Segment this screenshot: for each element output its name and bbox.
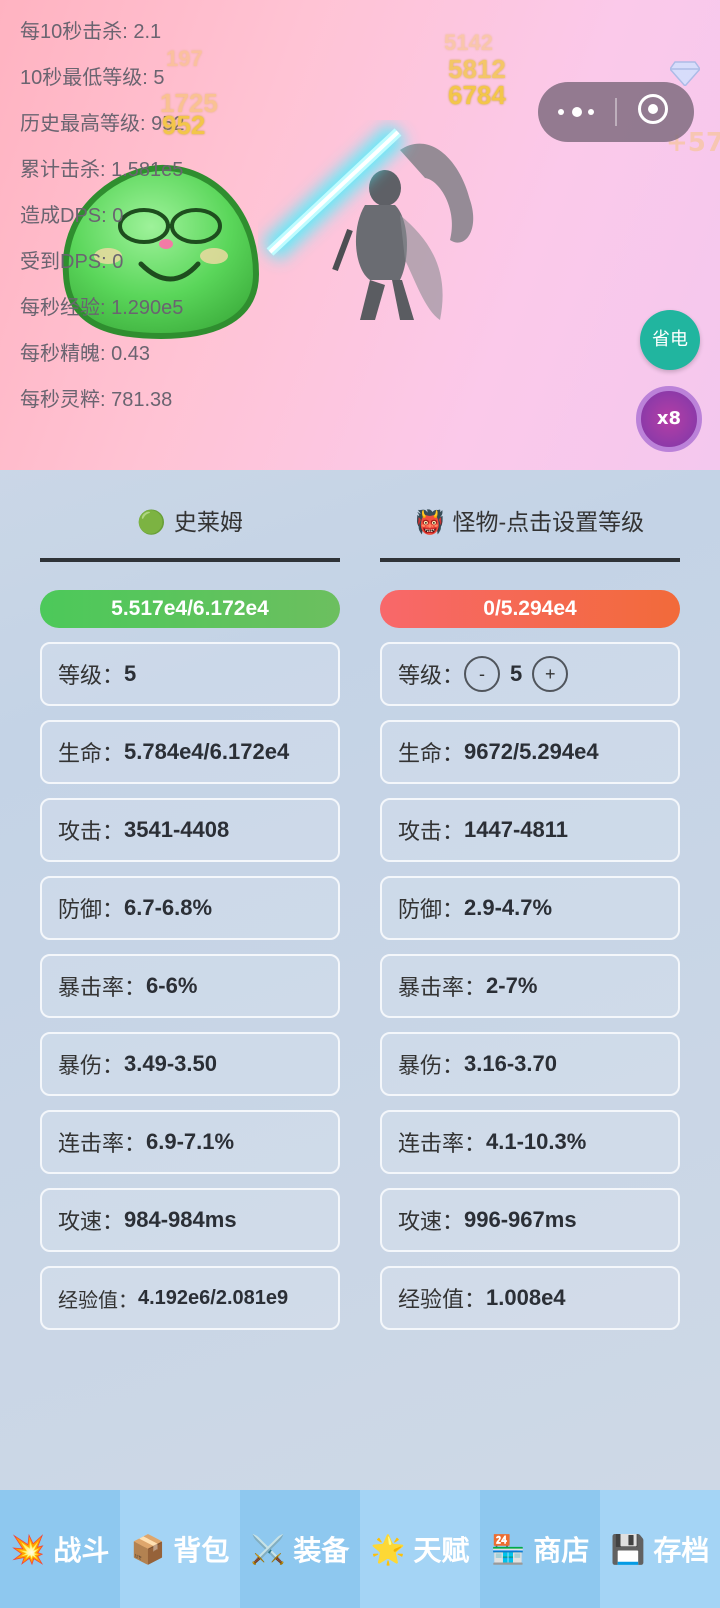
- power-save-button[interactable]: 省电: [640, 310, 700, 370]
- monster-stat-hp: 生命： 9672/5.294e4: [380, 720, 680, 784]
- floppy-disk-icon: 💾: [610, 1532, 646, 1566]
- bottom-nav: 💥 战斗 📦 背包 ⚔️ 装备 🌟 天赋 🏪 商店 💾 存档: [0, 1490, 720, 1608]
- level-increase-button[interactable]: +: [532, 656, 569, 692]
- monster-level-value: 5: [510, 661, 523, 686]
- damage-number-faint: 5142: [444, 30, 493, 55]
- monster-stat-crit-damage: 暴伤： 3.16-3.70: [380, 1032, 680, 1096]
- ogre-icon: 👹: [415, 510, 445, 536]
- more-dots-icon: [558, 107, 596, 117]
- player-stat-level: 等级： 5: [40, 642, 340, 706]
- damage-number: 6784: [448, 80, 506, 110]
- monster-name: 怪物-点击设置等级: [452, 509, 645, 535]
- nav-equipment[interactable]: ⚔️ 装备: [240, 1490, 360, 1608]
- stat-dps-dealt: 造成DPS: 0: [20, 205, 124, 227]
- nav-talent[interactable]: 🌟 天赋: [360, 1490, 480, 1608]
- monster-stat-crit-rate: 暴击率： 2-7%: [380, 954, 680, 1018]
- glowing-sword-effect: [261, 122, 407, 262]
- package-icon: 📦: [130, 1532, 166, 1566]
- player-stat-crit-damage: 暴伤： 3.49-3.50: [40, 1032, 340, 1096]
- nav-battle[interactable]: 💥 战斗: [0, 1490, 120, 1608]
- stat-total-kills: 累计击杀: 1.581e5: [20, 159, 184, 181]
- stat-essence-per-sec: 每秒灵粹: 781.38: [20, 389, 173, 411]
- monster-stat-combo-rate: 连击率： 4.1-10.3%: [380, 1110, 680, 1174]
- stat-exp-per-sec: 每秒经验: 1.290e5: [20, 297, 184, 319]
- close-mini-program-button[interactable]: [618, 82, 694, 142]
- green-circle-icon: 🟢: [137, 510, 166, 536]
- mini-program-capsule: [538, 82, 694, 142]
- stat-soul-per-sec: 每秒精魄: 0.43: [20, 343, 151, 365]
- monster-panel: 👹 怪物-点击设置等级 0/5.294e4 等级： - 5 + 生命： 9672/5…: [380, 478, 680, 1330]
- monster-stat-attack: 攻击： 1447-4811: [380, 798, 680, 862]
- monster-stat-level: 等级： - 5 +: [380, 642, 680, 706]
- star-icon: 🌟: [370, 1532, 406, 1566]
- monster-hp-bar: 0/5.294e4: [380, 590, 680, 628]
- stat-kills-per-10s: 每10秒击杀: 2.1: [20, 21, 162, 43]
- speed-multiplier-button[interactable]: x8: [636, 386, 702, 452]
- crossed-swords-icon: ⚔️: [250, 1532, 286, 1566]
- player-stat-combo-rate: 连击率： 6.9-7.1%: [40, 1110, 340, 1174]
- player-stat-attack-speed: 攻速： 984-984ms: [40, 1188, 340, 1252]
- player-name: 史莱姆: [173, 509, 243, 535]
- target-circle-icon: [638, 94, 668, 124]
- more-menu-button[interactable]: [538, 82, 614, 142]
- player-stat-hp: 生命： 5.784e4/6.172e4: [40, 720, 340, 784]
- monster-stat-attack-speed: 攻速： 996-967ms: [380, 1188, 680, 1252]
- monster-stat-defense: 防御： 2.9-4.7%: [380, 876, 680, 940]
- monster-stat-exp: 经验值： 1.008e4: [380, 1266, 680, 1330]
- capsule-divider: [615, 98, 617, 126]
- monster-header-set-level[interactable]: 👹 怪物-点击设置等级: [380, 478, 680, 562]
- player-stat-attack: 攻击： 3541-4408: [40, 798, 340, 862]
- explosion-icon: 💥: [10, 1532, 46, 1566]
- battle-stats-panel: 每10秒击杀: 2.1 10秒最低等级: 5 历史最高等级: 952 累计击杀:…: [20, 16, 184, 430]
- nav-inventory[interactable]: 📦 背包: [120, 1490, 240, 1608]
- player-stat-exp: 经验值： 4.192e6/2.081e9: [40, 1266, 340, 1330]
- damage-number: 952: [162, 110, 206, 140]
- stat-dps-taken: 受到DPS: 0: [20, 251, 124, 273]
- store-icon: 🏪: [490, 1532, 526, 1566]
- player-panel: 🟢 史莱姆 5.517e4/6.172e4 等级： 5 生命： 5.784e4/6.1…: [40, 478, 340, 1330]
- player-header: 🟢 史莱姆: [40, 478, 340, 562]
- nav-shop[interactable]: 🏪 商店: [480, 1490, 600, 1608]
- player-stat-defense: 防御： 6.7-6.8%: [40, 876, 340, 940]
- battle-area: 每10秒击杀: 2.1 10秒最低等级: 5 历史最高等级: 952 累计击杀:…: [0, 0, 720, 470]
- player-hp-bar: 5.517e4/6.172e4: [40, 590, 340, 628]
- nav-save[interactable]: 💾 存档: [600, 1490, 720, 1608]
- player-stat-crit-rate: 暴击率： 6-6%: [40, 954, 340, 1018]
- level-decrease-button[interactable]: -: [464, 656, 501, 692]
- damage-number-faint: 197: [166, 46, 203, 71]
